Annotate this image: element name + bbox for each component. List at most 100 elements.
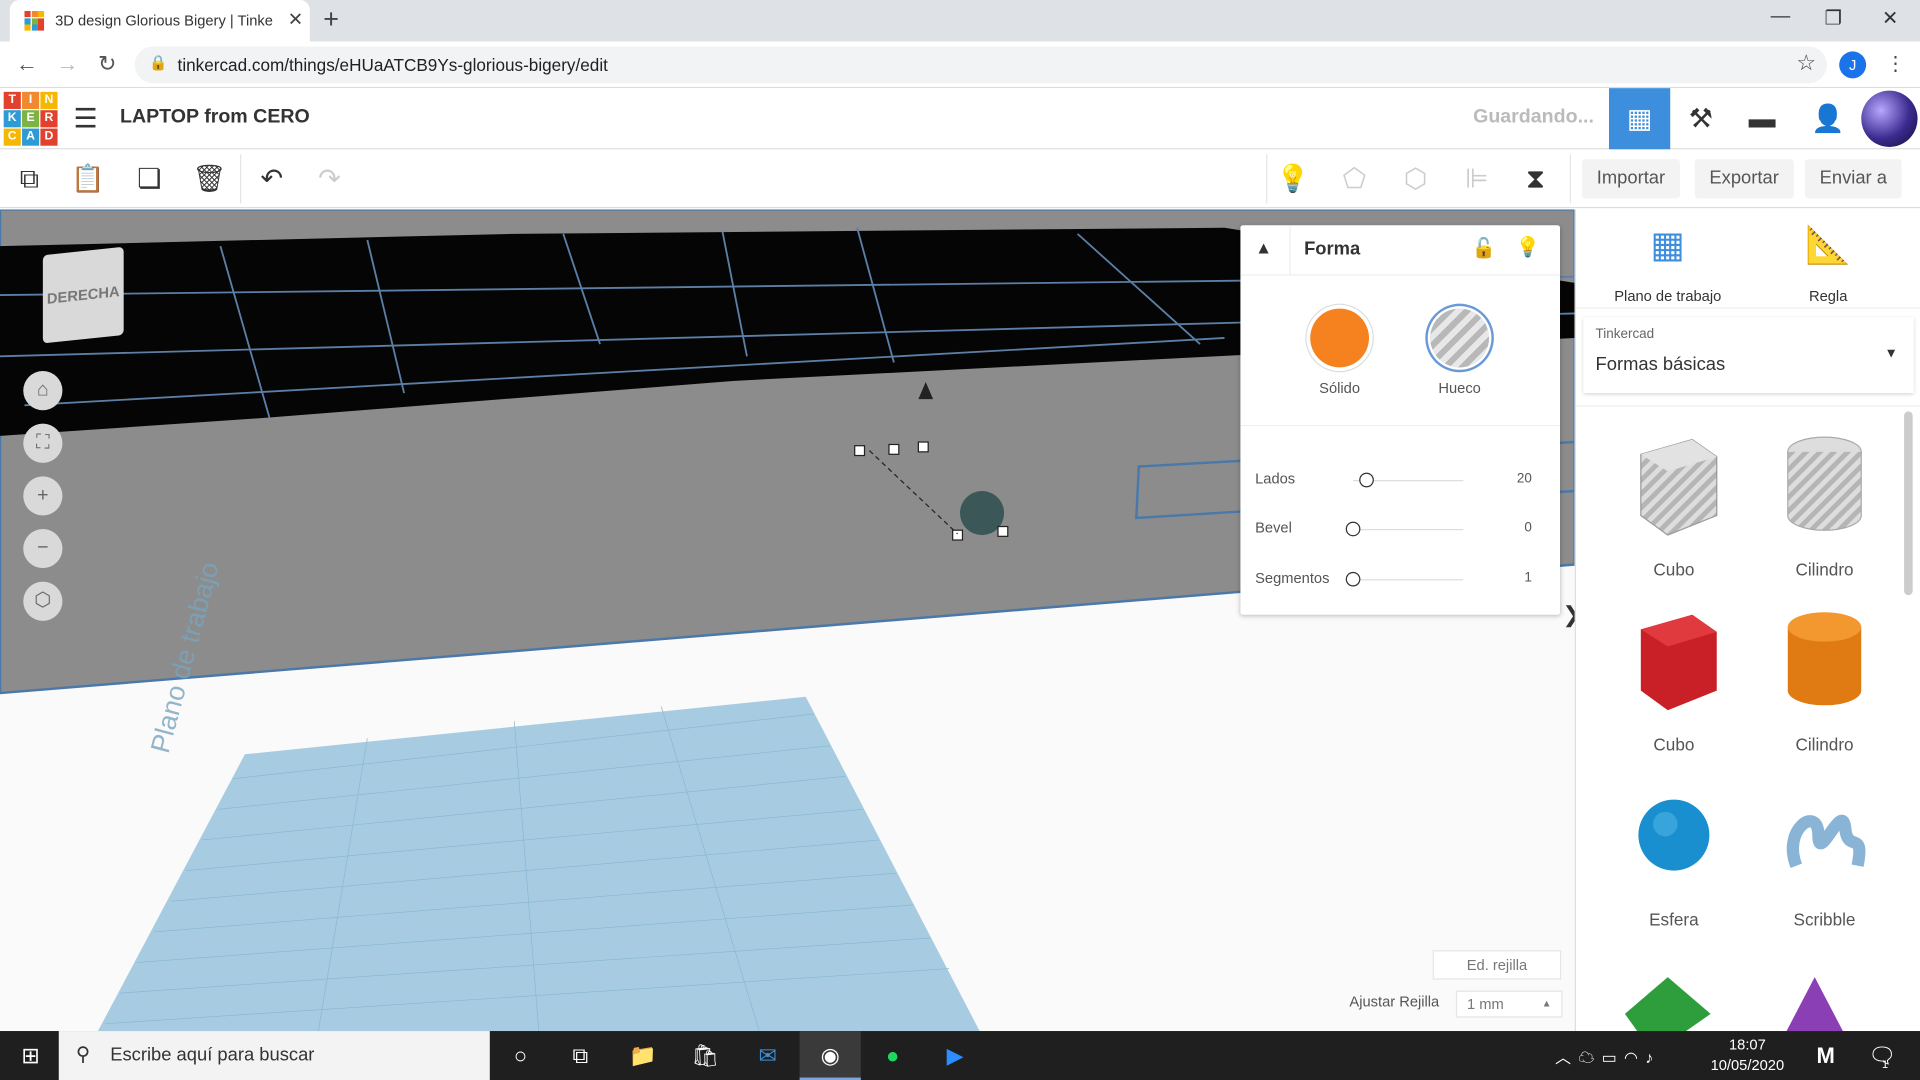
shape-library-dropdown[interactable]: Tinkercad Formas básicas ▼ [1583,317,1914,394]
reload-icon[interactable]: ↻ [98,51,116,77]
system-tray-icons[interactable]: ︿☁▭◠♪ [1555,1044,1660,1067]
param-value-segments[interactable]: 1 [1495,571,1532,586]
taskbar-clock[interactable]: 18:07 10/05/2020 [1707,1035,1788,1077]
view-cube[interactable]: DERECHA [42,246,124,344]
cone-purple-shape[interactable] [1784,977,1845,1032]
codeblocks-pickaxe-icon[interactable]: ⚒ [1670,88,1731,149]
windows-start-icon[interactable]: ⊞ [0,1031,61,1080]
zoom-in-icon[interactable]: + [23,476,63,516]
spotify-icon[interactable]: ● [862,1031,923,1080]
hole-swatch[interactable] [1430,308,1489,368]
solid-label: Sólido [1319,379,1361,397]
lock-shape-icon[interactable]: 🔓 [1472,236,1496,260]
file-explorer-icon[interactable]: 📁 [612,1031,673,1080]
chrome-icon[interactable]: ◉ [799,1031,861,1080]
param-value-sides[interactable]: 20 [1495,471,1532,486]
edit-grid-button[interactable]: Ed. rejilla [1432,950,1562,980]
search-placeholder: Escribe aquí para buscar [110,1044,315,1066]
profile-avatar[interactable]: J [1839,51,1867,79]
shape-tile-box-red[interactable]: Cubo [1607,605,1742,764]
new-tab-icon[interactable]: + [323,4,339,36]
ungroup-icon[interactable]: ⬡ [1396,159,1435,198]
clock-date: 10/05/2020 [1710,1056,1785,1074]
collapse-icon[interactable]: ▲ [1255,238,1272,258]
delete-icon[interactable]: 🗑 [190,159,229,198]
duplicate-icon[interactable]: ❏ [130,159,169,198]
toolbar-divider [1569,154,1572,204]
back-icon[interactable]: ← [16,51,38,77]
window-close-icon[interactable]: ✕ [1882,6,1898,30]
design-list-icon[interactable]: ☰ [73,103,97,135]
shape-tile-box-hole[interactable]: Cubo [1607,430,1742,589]
shape-tile-sphere[interactable]: Esfera [1607,780,1742,939]
library-name: Formas básicas [1595,353,1726,375]
bricks-icon[interactable]: ▬ [1731,88,1792,149]
workplane-grid[interactable] [97,696,980,1032]
inspector-title: Forma [1304,238,1361,260]
save-status: Guardando... [1473,106,1594,128]
taskbar-search[interactable]: ⚲ Escribe aquí para buscar [58,1031,490,1080]
shape-label: Cilindro [1795,559,1854,580]
tab-close-icon[interactable]: ✕ [288,9,303,31]
paste-icon[interactable]: 📋 [69,159,108,198]
snap-grid-value: 1 mm [1466,995,1504,1013]
tinkercad-logo[interactable]: TIN KER CAD [3,91,58,146]
forward-icon[interactable]: → [56,51,78,77]
zoom-out-icon[interactable]: − [23,528,63,569]
panel-toggle-chevron-icon[interactable]: ❯ [1562,602,1580,651]
mirror-icon[interactable]: ⧗ [1516,159,1555,198]
solid-color-swatch[interactable] [1310,308,1369,368]
task-view-icon[interactable]: ⧉ [550,1031,611,1080]
fit-view-icon[interactable]: ⛶ [23,423,63,463]
store-icon[interactable]: 🛍 [675,1031,736,1080]
zoom-app-icon[interactable]: ▶ [924,1031,985,1080]
param-value-bevel[interactable]: 0 [1495,520,1532,535]
browser-tab-bar: 3D design Glorious Bigery | Tinke ✕ + — … [0,0,1920,42]
ruler-tool[interactable]: 📐 Regla [1755,224,1902,305]
browser-menu-icon[interactable]: ⋮ [1886,51,1906,75]
group-icon[interactable]: ⬠ [1335,159,1374,198]
undo-icon[interactable]: ↶ [252,159,291,198]
sides-slider-knob[interactable] [1358,472,1374,488]
ruler-tool-label: Regla [1808,287,1848,305]
cortana-icon[interactable]: ○ [490,1031,551,1080]
bevel-slider-knob[interactable] [1345,521,1361,537]
browser-tab[interactable]: 3D design Glorious Bigery | Tinke ✕ [9,0,310,42]
send-to-button[interactable]: Enviar a [1804,159,1902,199]
mail-icon[interactable]: ✉ [737,1031,798,1080]
home-view-icon[interactable]: ⌂ [23,371,63,411]
workplane-tool[interactable]: ▦ Plano de trabajo [1594,224,1741,305]
logo-letter: A [22,128,40,146]
panel-divider [1575,405,1920,407]
3d-view-grid-icon[interactable]: ▦ [1608,88,1671,150]
pyramid-green-shape[interactable] [1624,977,1711,1032]
bookmark-star-icon[interactable]: ☆ [1796,50,1816,76]
snap-grid-select[interactable]: 1 mm ▲ [1455,990,1563,1018]
shape-tile-scribble[interactable]: Scribble [1757,780,1892,939]
box-hole-shape-icon [1640,438,1718,536]
lightbulb-icon[interactable]: 💡 [1273,159,1312,198]
hide-shape-lightbulb-icon[interactable]: 💡 [1516,235,1540,259]
ortho-view-icon[interactable]: ⬡ [23,581,63,621]
restore-icon[interactable]: ❐ [1825,6,1843,30]
import-button[interactable]: Importar [1582,159,1680,199]
segments-slider-track[interactable] [1353,579,1464,581]
segments-slider-knob[interactable] [1345,571,1361,587]
add-user-icon[interactable]: 👤 [1798,88,1859,149]
notifications-icon[interactable]: 🗨 [1851,1031,1912,1080]
bevel-slider-track[interactable] [1353,528,1464,531]
shape-tile-cyl-hole[interactable]: Cilindro [1757,430,1892,589]
logo-letter: K [3,110,21,128]
design-title[interactable]: LAPTOP from CERO [120,107,310,129]
redo-icon[interactable]: ↷ [310,159,349,198]
align-icon[interactable]: ⊫ [1457,159,1496,198]
minimize-icon[interactable]: — [1771,6,1791,28]
user-avatar[interactable] [1861,90,1918,147]
shape-tile-cyl-orange[interactable]: Cilindro [1757,605,1892,764]
ruler-icon: 📐 [1805,225,1852,266]
app-tray-icon[interactable]: M [1795,1031,1856,1080]
copy-icon[interactable]: ⧉ [10,159,49,198]
url-field[interactable]: 🔒 tinkercad.com/things/eHUaATCB9Ys-glori… [134,46,1827,84]
export-button[interactable]: Exportar [1694,159,1794,199]
app-header: TIN KER CAD ☰ LAPTOP from CERO Guardando..… [0,88,1920,150]
